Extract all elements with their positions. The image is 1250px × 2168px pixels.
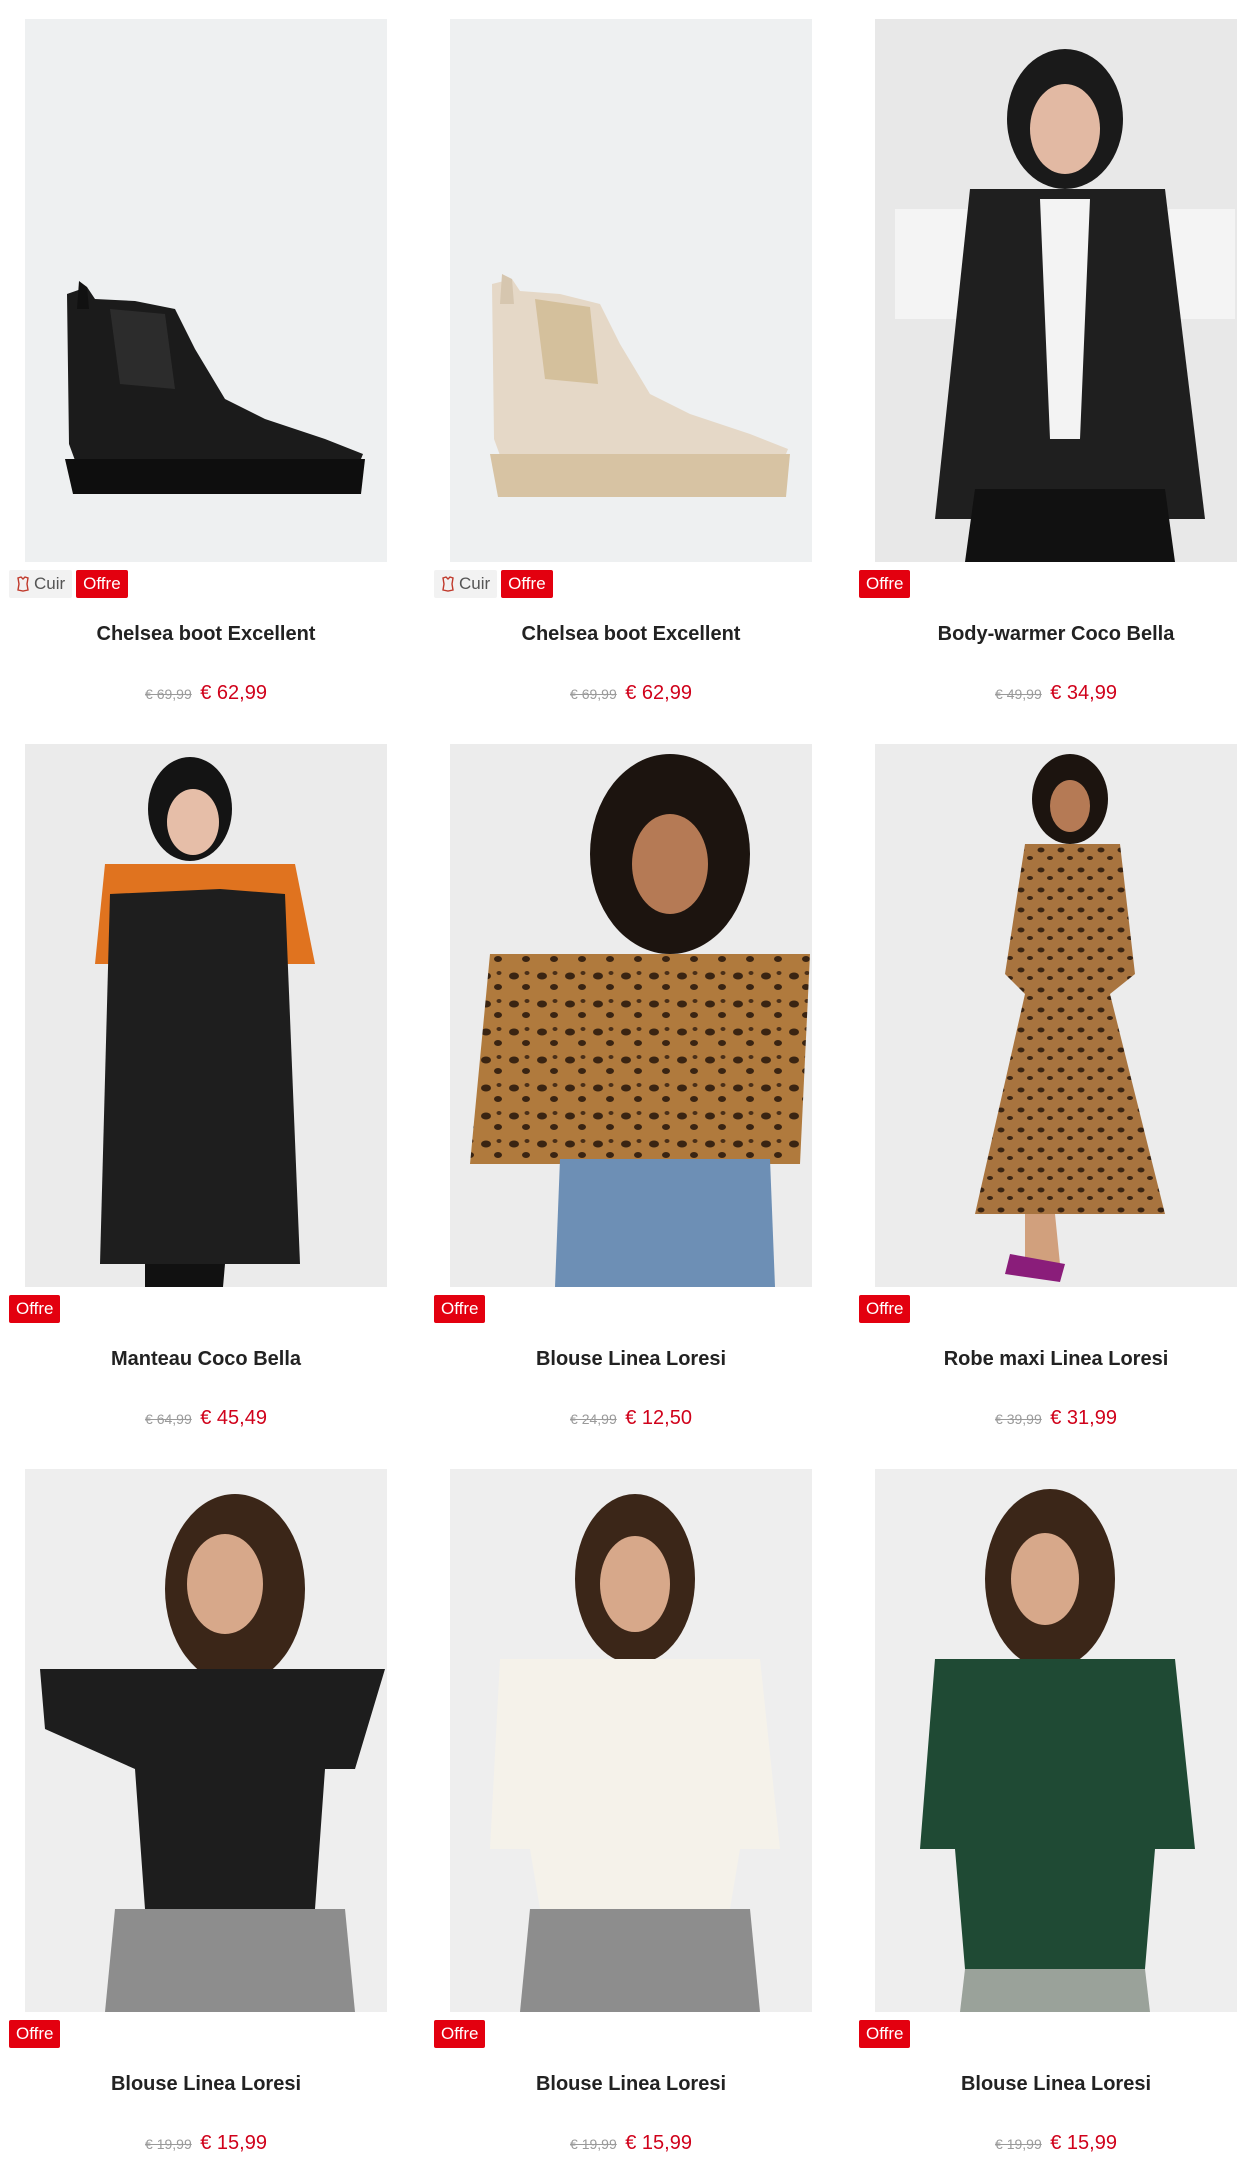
product-prices: € 39,99 € 31,99 — [875, 1407, 1237, 1430]
white-ribbed-top-model-image — [450, 1469, 812, 2012]
product-badges: Offre — [9, 2019, 61, 2049]
old-price: € 69,99 — [570, 686, 617, 702]
product-name[interactable]: Blouse Linea Loresi — [450, 1348, 812, 1371]
beige-chelsea-boot-image — [450, 19, 812, 562]
old-price: € 69,99 — [145, 686, 192, 702]
product-name[interactable]: Body-warmer Coco Bella — [875, 623, 1237, 646]
product-prices: € 24,99 € 12,50 — [450, 1407, 812, 1430]
old-price: € 39,99 — [995, 1411, 1042, 1427]
old-price: € 24,99 — [570, 1411, 617, 1427]
product-image[interactable] — [25, 744, 387, 1287]
product-image[interactable] — [875, 1469, 1237, 2012]
sale-price: € 12,50 — [625, 1407, 692, 1429]
product-grid: Cuir Offre Chelsea boot Excellent € 69,9… — [0, 0, 1250, 2168]
sale-price: € 15,99 — [1050, 2132, 1117, 2154]
product-image[interactable] — [875, 19, 1237, 562]
material-label: Cuir — [459, 574, 491, 593]
product-prices: € 19,99 € 15,99 — [450, 2132, 812, 2155]
old-price: € 19,99 — [570, 2136, 617, 2152]
black-bodywarmer-model-image — [875, 19, 1237, 562]
product-image[interactable] — [450, 744, 812, 1287]
product-name[interactable]: Robe maxi Linea Loresi — [875, 1348, 1237, 1371]
sale-price: € 15,99 — [200, 2132, 267, 2154]
product-prices: € 49,99 € 34,99 — [875, 682, 1237, 705]
product-image[interactable] — [450, 19, 812, 562]
long-black-coat-model-image — [25, 744, 387, 1287]
product-prices: € 69,99 € 62,99 — [25, 682, 387, 705]
black-ribbed-top-model-image — [25, 1469, 387, 2012]
material-label: Cuir — [34, 574, 66, 593]
leather-icon — [442, 576, 454, 592]
product-name[interactable]: Blouse Linea Loresi — [450, 2073, 812, 2096]
product-name[interactable]: Blouse Linea Loresi — [875, 2073, 1237, 2096]
offer-badge: Offre — [859, 1295, 911, 1323]
product-image[interactable] — [875, 744, 1237, 1287]
product-image[interactable] — [25, 19, 387, 562]
product-prices: € 64,99 € 45,49 — [25, 1407, 387, 1430]
product-prices: € 19,99 € 15,99 — [875, 2132, 1237, 2155]
offer-badge: Offre — [9, 2020, 61, 2048]
sale-price: € 15,99 — [625, 2132, 692, 2154]
leopard-blouse-model-image — [450, 744, 812, 1287]
sale-price: € 34,99 — [1050, 682, 1117, 704]
material-badge: Cuir — [434, 570, 498, 598]
material-badge: Cuir — [9, 570, 73, 598]
product-badges: Cuir Offre — [9, 569, 128, 599]
product-name[interactable]: Chelsea boot Excellent — [25, 623, 387, 646]
old-price: € 64,99 — [145, 1411, 192, 1427]
sale-price: € 31,99 — [1050, 1407, 1117, 1429]
old-price: € 19,99 — [145, 2136, 192, 2152]
black-chelsea-boot-image — [25, 19, 387, 562]
product-badges: Offre — [859, 569, 911, 599]
offer-badge: Offre — [9, 1295, 61, 1323]
product-name[interactable]: Blouse Linea Loresi — [25, 2073, 387, 2096]
offer-badge: Offre — [859, 2020, 911, 2048]
sale-price: € 45,49 — [200, 1407, 267, 1429]
sale-price: € 62,99 — [200, 682, 267, 704]
product-badges: Cuir Offre — [434, 569, 553, 599]
product-badges: Offre — [859, 2019, 911, 2049]
product-prices: € 19,99 € 15,99 — [25, 2132, 387, 2155]
leather-icon — [17, 576, 29, 592]
old-price: € 19,99 — [995, 2136, 1042, 2152]
old-price: € 49,99 — [995, 686, 1042, 702]
offer-badge: Offre — [859, 570, 911, 598]
product-image[interactable] — [25, 1469, 387, 2012]
offer-badge: Offre — [501, 570, 553, 598]
product-badges: Offre — [859, 1294, 911, 1324]
green-ribbed-top-model-image — [875, 1469, 1237, 2012]
offer-badge: Offre — [434, 1295, 486, 1323]
offer-badge: Offre — [434, 2020, 486, 2048]
sale-price: € 62,99 — [625, 682, 692, 704]
product-prices: € 69,99 € 62,99 — [450, 682, 812, 705]
product-name[interactable]: Chelsea boot Excellent — [450, 623, 812, 646]
product-badges: Offre — [434, 2019, 486, 2049]
product-badges: Offre — [9, 1294, 61, 1324]
product-image[interactable] — [450, 1469, 812, 2012]
product-name[interactable]: Manteau Coco Bella — [25, 1348, 387, 1371]
leopard-maxi-dress-model-image — [875, 744, 1237, 1287]
offer-badge: Offre — [76, 570, 128, 598]
product-badges: Offre — [434, 1294, 486, 1324]
